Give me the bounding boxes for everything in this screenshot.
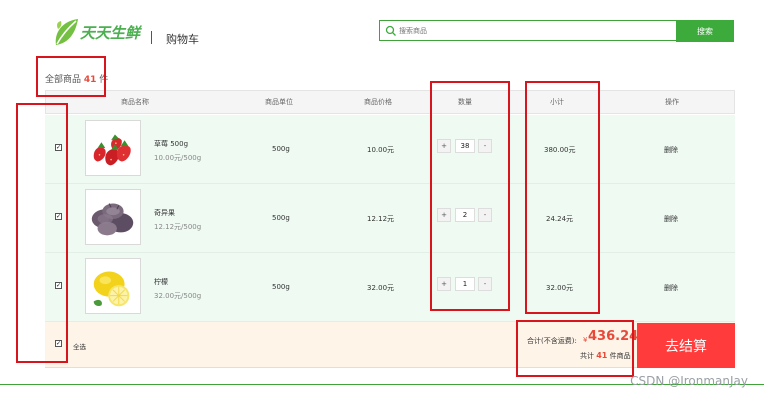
header-separator bbox=[151, 31, 152, 44]
product-unit-price: 32.00元/500g bbox=[154, 292, 202, 300]
annotation-box-quantity bbox=[430, 81, 510, 311]
product-unit: 500g bbox=[272, 214, 290, 222]
header-action: 操作 bbox=[665, 98, 679, 106]
product-name[interactable]: 柠檬 bbox=[154, 277, 168, 287]
page-title: 购物车 bbox=[166, 33, 199, 46]
lemon-image bbox=[85, 258, 141, 314]
product-name[interactable]: 草莓 500g bbox=[154, 139, 188, 149]
product-unit-price: 10.00元/500g bbox=[154, 154, 202, 162]
checkout-button[interactable]: 去结算 bbox=[637, 323, 735, 368]
watermark: CSDN @IronmanJay bbox=[630, 374, 748, 388]
kiwi-image bbox=[85, 189, 141, 245]
product-unit-price: 12.12元/500g bbox=[154, 223, 202, 231]
logo-text[interactable]: 天天生鲜 bbox=[80, 22, 140, 43]
delete-link[interactable]: 删除 bbox=[664, 145, 678, 155]
search-icon bbox=[385, 25, 396, 36]
strawberry-image bbox=[85, 120, 141, 176]
product-price: 32.00元 bbox=[367, 284, 395, 292]
select-all-label[interactable]: 全选 bbox=[73, 341, 86, 351]
header-product-name: 商品名称 bbox=[121, 98, 149, 106]
product-price: 10.00元 bbox=[367, 146, 395, 154]
header-price: 商品价格 bbox=[364, 98, 392, 106]
product-unit: 500g bbox=[272, 145, 290, 153]
header-unit: 商品单位 bbox=[265, 98, 293, 106]
delete-link[interactable]: 删除 bbox=[664, 283, 678, 293]
annotation-box-checkboxes bbox=[16, 103, 68, 363]
product-name[interactable]: 奇异果 bbox=[154, 208, 175, 218]
annotation-box-total bbox=[516, 320, 634, 377]
product-unit: 500g bbox=[272, 283, 290, 291]
delete-link[interactable]: 删除 bbox=[664, 214, 678, 224]
annotation-box-subtotal bbox=[525, 81, 600, 314]
product-price: 12.12元 bbox=[367, 215, 395, 223]
search-button[interactable]: 搜索 bbox=[676, 20, 734, 42]
logo-leaf-icon bbox=[55, 19, 78, 45]
annotation-box-total-goods bbox=[36, 56, 106, 97]
search-input[interactable] bbox=[399, 24, 669, 38]
